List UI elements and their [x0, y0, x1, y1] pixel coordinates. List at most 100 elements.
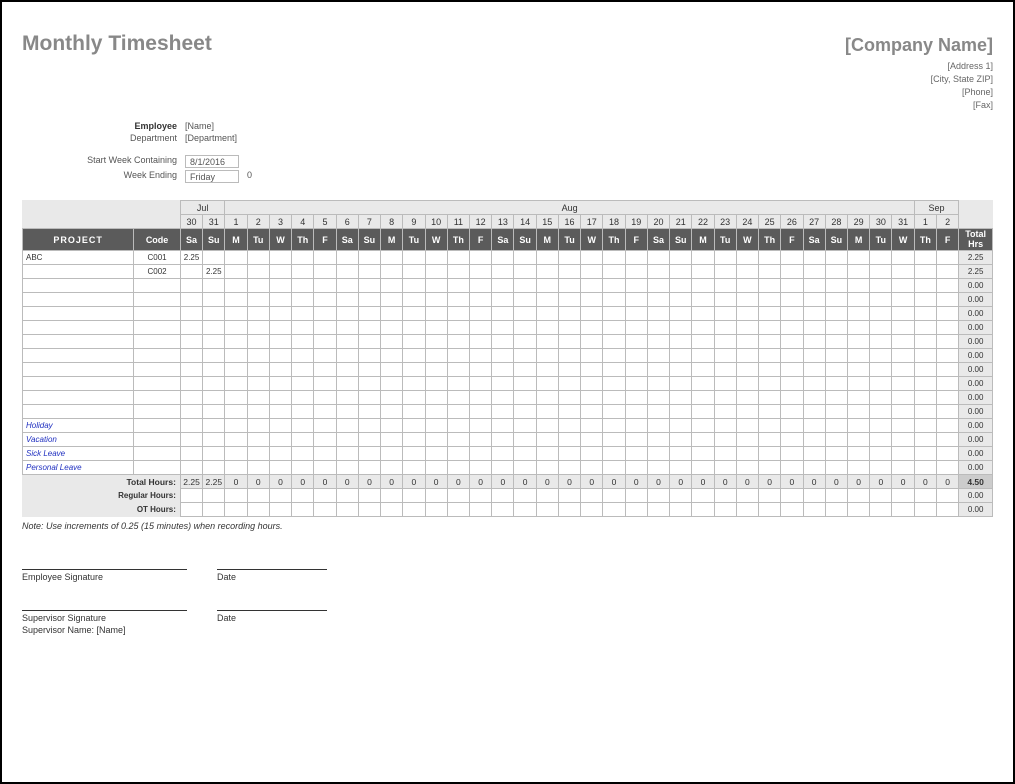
- hours-cell[interactable]: [670, 335, 692, 349]
- code-cell[interactable]: [134, 307, 181, 321]
- hours-cell[interactable]: [781, 391, 803, 405]
- hours-cell[interactable]: [358, 349, 380, 363]
- hours-cell[interactable]: [847, 321, 869, 335]
- hours-cell[interactable]: [180, 279, 202, 293]
- hours-cell[interactable]: [358, 363, 380, 377]
- hours-cell[interactable]: [269, 405, 291, 419]
- hours-cell[interactable]: [847, 405, 869, 419]
- regular-cell[interactable]: [892, 489, 914, 503]
- hours-cell[interactable]: [558, 265, 580, 279]
- hours-cell[interactable]: [736, 251, 758, 265]
- hours-cell[interactable]: [847, 265, 869, 279]
- hours-cell[interactable]: [314, 447, 336, 461]
- hours-cell[interactable]: [714, 321, 736, 335]
- hours-cell[interactable]: [825, 405, 847, 419]
- hours-cell[interactable]: [603, 363, 625, 377]
- hours-cell[interactable]: [447, 447, 469, 461]
- hours-cell[interactable]: [692, 349, 714, 363]
- hours-cell[interactable]: [625, 461, 647, 475]
- regular-cell[interactable]: [180, 489, 202, 503]
- code-cell[interactable]: [134, 349, 181, 363]
- hours-cell[interactable]: [514, 363, 536, 377]
- hours-cell[interactable]: [647, 279, 669, 293]
- hours-cell[interactable]: [180, 391, 202, 405]
- hours-cell[interactable]: [269, 391, 291, 405]
- hours-cell[interactable]: [514, 279, 536, 293]
- hours-cell[interactable]: [425, 349, 447, 363]
- hours-cell[interactable]: [625, 447, 647, 461]
- hours-cell[interactable]: [536, 363, 558, 377]
- hours-cell[interactable]: [336, 405, 358, 419]
- hours-cell[interactable]: [292, 363, 314, 377]
- hours-cell[interactable]: [358, 405, 380, 419]
- hours-cell[interactable]: [336, 321, 358, 335]
- hours-cell[interactable]: [759, 349, 781, 363]
- code-cell[interactable]: [134, 293, 181, 307]
- hours-cell[interactable]: [759, 279, 781, 293]
- hours-cell[interactable]: [447, 349, 469, 363]
- hours-cell[interactable]: [358, 335, 380, 349]
- hours-cell[interactable]: [892, 419, 914, 433]
- hours-cell[interactable]: [247, 293, 269, 307]
- hours-cell[interactable]: [536, 321, 558, 335]
- hours-cell[interactable]: [759, 293, 781, 307]
- hours-cell[interactable]: 2.25: [203, 265, 225, 279]
- hours-cell[interactable]: [692, 293, 714, 307]
- hours-cell[interactable]: [759, 251, 781, 265]
- hours-cell[interactable]: [714, 293, 736, 307]
- hours-cell[interactable]: [870, 251, 892, 265]
- regular-cell[interactable]: [292, 489, 314, 503]
- hours-cell[interactable]: [203, 279, 225, 293]
- hours-cell[interactable]: [203, 321, 225, 335]
- hours-cell[interactable]: [336, 363, 358, 377]
- hours-cell[interactable]: [847, 447, 869, 461]
- hours-cell[interactable]: [447, 279, 469, 293]
- hours-cell[interactable]: [336, 461, 358, 475]
- hours-cell[interactable]: [936, 349, 958, 363]
- hours-cell[interactable]: [403, 321, 425, 335]
- hours-cell[interactable]: [870, 307, 892, 321]
- hours-cell[interactable]: [670, 279, 692, 293]
- hours-cell[interactable]: [847, 433, 869, 447]
- hours-cell[interactable]: [825, 461, 847, 475]
- hours-cell[interactable]: [425, 265, 447, 279]
- hours-cell[interactable]: [825, 265, 847, 279]
- hours-cell[interactable]: [558, 293, 580, 307]
- hours-cell[interactable]: [314, 335, 336, 349]
- code-cell[interactable]: C001: [134, 251, 181, 265]
- hours-cell[interactable]: [736, 363, 758, 377]
- hours-cell[interactable]: [247, 349, 269, 363]
- hours-cell[interactable]: [492, 265, 514, 279]
- hours-cell[interactable]: [914, 279, 936, 293]
- hours-cell[interactable]: [536, 391, 558, 405]
- hours-cell[interactable]: [425, 377, 447, 391]
- hours-cell[interactable]: [292, 391, 314, 405]
- hours-cell[interactable]: [447, 307, 469, 321]
- hours-cell[interactable]: [314, 321, 336, 335]
- hours-cell[interactable]: [892, 363, 914, 377]
- hours-cell[interactable]: [803, 293, 825, 307]
- hours-cell[interactable]: [358, 461, 380, 475]
- hours-cell[interactable]: [603, 461, 625, 475]
- hours-cell[interactable]: [336, 391, 358, 405]
- hours-cell[interactable]: [781, 279, 803, 293]
- code-cell[interactable]: [134, 391, 181, 405]
- hours-cell[interactable]: [870, 265, 892, 279]
- hours-cell[interactable]: [247, 419, 269, 433]
- regular-cell[interactable]: [581, 489, 603, 503]
- hours-cell[interactable]: [914, 391, 936, 405]
- hours-cell[interactable]: [692, 461, 714, 475]
- hours-cell[interactable]: [425, 391, 447, 405]
- ot-cell[interactable]: [447, 503, 469, 517]
- ot-cell[interactable]: [936, 503, 958, 517]
- hours-cell[interactable]: [625, 265, 647, 279]
- hours-cell[interactable]: [625, 307, 647, 321]
- hours-cell[interactable]: [403, 293, 425, 307]
- hours-cell[interactable]: [692, 391, 714, 405]
- hours-cell[interactable]: [714, 447, 736, 461]
- regular-cell[interactable]: [225, 489, 247, 503]
- hours-cell[interactable]: [269, 307, 291, 321]
- hours-cell[interactable]: [803, 377, 825, 391]
- hours-cell[interactable]: [670, 265, 692, 279]
- ot-cell[interactable]: [425, 503, 447, 517]
